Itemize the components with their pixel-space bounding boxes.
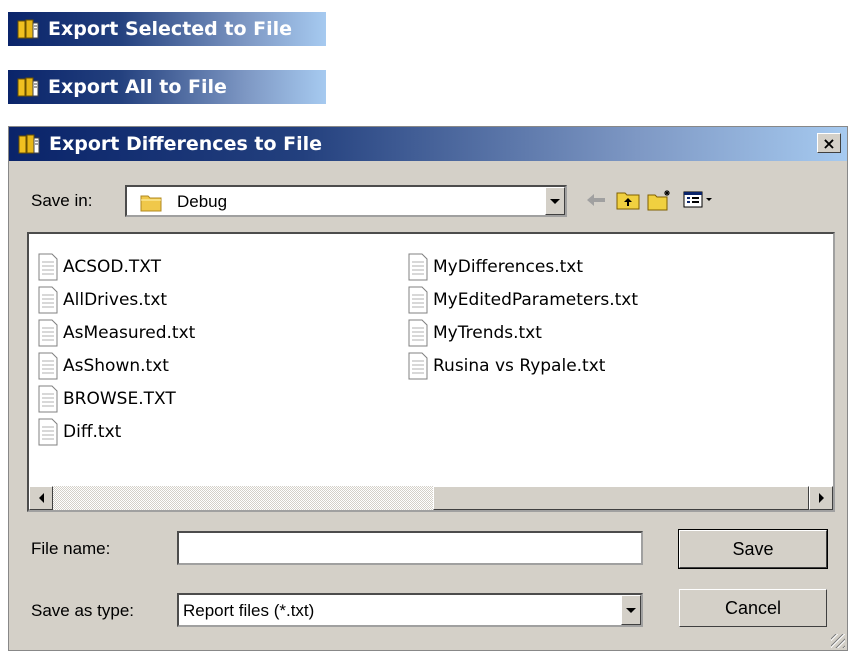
- list-item[interactable]: Rusina vs Rypale.txt: [407, 351, 605, 381]
- save-as-type-select[interactable]: Report files (*.txt): [177, 593, 643, 627]
- list-item[interactable]: BROWSE.TXT: [37, 384, 176, 414]
- text-file-icon: [38, 319, 58, 347]
- close-icon: ×: [822, 133, 836, 153]
- save-as-type-value: Report files (*.txt): [183, 601, 315, 620]
- create-new-folder-icon: [647, 190, 670, 211]
- export-selected-titlebar[interactable]: Export Selected to File: [8, 12, 326, 46]
- file-name: Diff.txt: [63, 422, 122, 442]
- save-in-label: Save in:: [31, 191, 93, 210]
- file-name: AsMeasured.txt: [63, 323, 196, 343]
- list-item[interactable]: AsShown.txt: [37, 351, 169, 381]
- scroll-right-button[interactable]: [809, 486, 833, 510]
- up-one-level-button[interactable]: [615, 187, 641, 213]
- save-button[interactable]: Save: [678, 529, 828, 569]
- text-file-icon: [408, 253, 428, 281]
- back-button[interactable]: [583, 187, 609, 213]
- file-name-label: File name:: [31, 539, 111, 558]
- arrow-left-icon: [38, 493, 44, 503]
- horizontal-scrollbar[interactable]: [29, 486, 833, 510]
- create-new-folder-button[interactable]: [647, 187, 673, 213]
- save-in-combo[interactable]: Debug: [125, 185, 567, 217]
- scroll-thumb[interactable]: [433, 486, 809, 510]
- text-file-icon: [38, 352, 58, 380]
- file-name: AsShown.txt: [63, 356, 169, 376]
- export-icon: [17, 77, 39, 97]
- file-name: MyTrends.txt: [433, 323, 542, 343]
- save-as-type-dropdown-button[interactable]: [621, 595, 641, 625]
- save-in-dropdown-button[interactable]: [545, 187, 565, 215]
- chevron-down-icon: [550, 198, 560, 204]
- cancel-button[interactable]: Cancel: [679, 589, 827, 627]
- text-file-icon: [408, 286, 428, 314]
- file-name: MyEditedParameters.txt: [433, 290, 638, 310]
- view-menu-button[interactable]: [681, 187, 717, 213]
- list-item[interactable]: Diff.txt: [37, 417, 121, 447]
- export-icon: [17, 19, 39, 39]
- list-item[interactable]: MyEditedParameters.txt: [407, 285, 638, 315]
- text-file-icon: [408, 352, 428, 380]
- up-one-level-icon: [616, 192, 640, 210]
- scroll-left-button[interactable]: [29, 486, 53, 510]
- folder-icon: [140, 195, 162, 212]
- save-in-value: Debug: [177, 192, 228, 211]
- window-title: Export All to File: [48, 76, 227, 98]
- file-name: MyDifferences.txt: [433, 257, 584, 277]
- list-item[interactable]: ACSOD.TXT: [37, 252, 161, 282]
- resize-grip-icon[interactable]: [831, 634, 845, 648]
- text-file-icon: [38, 418, 58, 446]
- close-button[interactable]: ×: [817, 133, 841, 153]
- dialog-title: Export Differences to File: [49, 133, 323, 155]
- arrow-right-icon: [818, 493, 824, 503]
- list-item[interactable]: AllDrives.txt: [37, 285, 167, 315]
- text-file-icon: [408, 319, 428, 347]
- file-name-input[interactable]: [177, 531, 643, 565]
- export-all-titlebar[interactable]: Export All to File: [8, 70, 326, 104]
- file-name: AllDrives.txt: [63, 290, 168, 310]
- back-arrow-icon: [587, 194, 605, 206]
- chevron-down-icon: [626, 607, 636, 613]
- export-differences-dialog: Export Differences to File × Save in: De…: [8, 126, 848, 651]
- text-file-icon: [38, 253, 58, 281]
- view-menu-icon: [683, 191, 712, 208]
- file-name: BROWSE.TXT: [63, 389, 176, 409]
- text-file-icon: [38, 385, 58, 413]
- file-list[interactable]: ACSOD.TXT AllDrives.txt AsMeasured.txt A…: [27, 232, 835, 512]
- list-item[interactable]: AsMeasured.txt: [37, 318, 195, 348]
- window-title: Export Selected to File: [48, 18, 293, 40]
- dialog-titlebar[interactable]: Export Differences to File ×: [9, 127, 847, 161]
- list-item[interactable]: MyDifferences.txt: [407, 252, 583, 282]
- file-name: Rusina vs Rypale.txt: [433, 356, 606, 376]
- list-item[interactable]: MyTrends.txt: [407, 318, 542, 348]
- export-icon: [18, 134, 40, 154]
- save-as-type-label: Save as type:: [31, 601, 135, 620]
- file-name: ACSOD.TXT: [63, 257, 161, 277]
- text-file-icon: [38, 286, 58, 314]
